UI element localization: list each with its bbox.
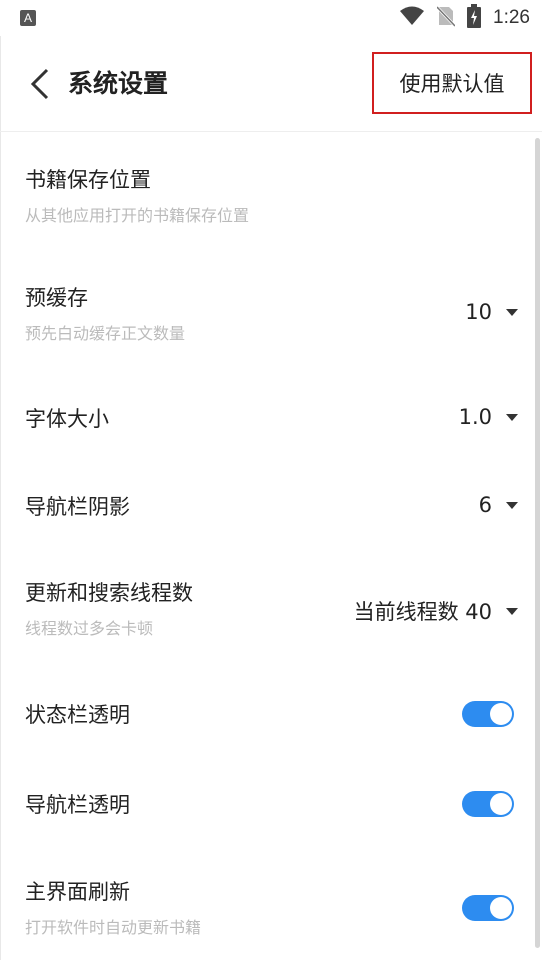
setting-title: 字体大小 [25, 407, 109, 431]
no-sim-icon [435, 5, 457, 31]
toggle-knob [490, 897, 512, 919]
chevron-left-icon [30, 68, 49, 100]
status-icons: 1:26 [399, 4, 530, 32]
status-time: 1:26 [493, 7, 530, 28]
setting-title: 更新和搜索线程数 [25, 581, 193, 605]
dropdown-value: 6 [478, 493, 492, 517]
caret-down-icon [506, 308, 518, 316]
setting-status-transparent: 状态栏透明 [0, 687, 542, 747]
battery-charging-icon [467, 4, 482, 32]
toggle-knob [490, 703, 512, 725]
app-notification-icon: A [20, 10, 36, 26]
scrollbar[interactable] [535, 138, 540, 948]
setting-nav-transparent: 导航栏透明 [0, 777, 542, 837]
setting-subtitle: 打开软件时自动更新书籍 [25, 918, 202, 937]
threads-dropdown[interactable]: 当前线程数 40 [354, 596, 518, 626]
use-default-button[interactable]: 使用默认值 [372, 52, 532, 114]
precache-dropdown[interactable]: 10 [465, 300, 518, 324]
status-bar: A 1:26 [0, 0, 542, 36]
setting-title: 主界面刷新 [25, 880, 130, 904]
toggle-knob [490, 793, 512, 815]
nav-shadow-dropdown[interactable]: 6 [479, 493, 518, 517]
setting-subtitle: 预先白动缓存正文数量 [25, 324, 186, 343]
setting-subtitle: 线程数过多会卡顿 [25, 619, 154, 638]
nav-transparent-toggle[interactable] [462, 791, 514, 817]
setting-precache[interactable]: 预缓存 预先白动缓存正文数量 10 [0, 262, 542, 362]
page-title: 系统设置 [68, 69, 169, 98]
setting-title: 导航栏阴影 [25, 495, 130, 519]
setting-title: 书籍保存位置 [25, 168, 151, 192]
font-size-dropdown[interactable]: 1.0 [459, 405, 518, 429]
setting-book-location[interactable]: 书籍保存位置 从其他应用打开的书籍保存位置 [0, 132, 542, 225]
status-transparent-toggle[interactable] [462, 701, 514, 727]
main-refresh-toggle[interactable] [462, 895, 514, 921]
wifi-icon [399, 5, 425, 31]
setting-subtitle: 从其他应用打开的书籍保存位置 [25, 206, 250, 225]
setting-threads[interactable]: 更新和搜索线程数 线程数过多会卡顿 当前线程数 40 [0, 562, 542, 652]
dropdown-value: 1.0 [458, 405, 492, 429]
setting-title: 状态栏透明 [25, 703, 130, 727]
dropdown-value: 10 [465, 300, 492, 324]
back-button[interactable] [20, 64, 60, 104]
caret-down-icon [506, 501, 518, 509]
setting-title: 预缓存 [25, 286, 88, 310]
caret-down-icon [506, 413, 518, 421]
setting-nav-shadow[interactable]: 导航栏阴影 6 [0, 477, 542, 537]
setting-font-size[interactable]: 字体大小 1.0 [0, 387, 542, 447]
dropdown-value: 当前线程数 40 [353, 600, 492, 624]
caret-down-icon [506, 607, 518, 615]
setting-title: 导航栏透明 [25, 793, 130, 817]
setting-main-refresh: 主界面刷新 打开软件时自动更新书籍 [0, 862, 542, 952]
app-bar: 系统设置 使用默认值 [0, 36, 542, 132]
